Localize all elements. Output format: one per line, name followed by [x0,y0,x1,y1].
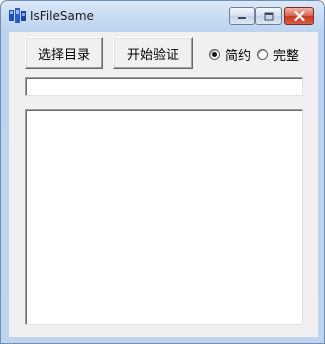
main-window: IsFileSame 选择目录 开始验证 简约 完整 [0,0,325,344]
window-title: IsFileSame [30,9,94,23]
radio-full-circle[interactable] [257,49,268,60]
maximize-button[interactable] [255,7,282,25]
title-bar[interactable]: IsFileSame [1,1,324,33]
close-icon [293,11,305,21]
radio-simple[interactable]: 简约 [209,45,251,64]
minimize-icon [238,17,246,19]
maximize-icon [264,12,273,20]
path-input[interactable] [25,77,303,96]
application-icon [9,8,26,23]
radio-simple-label: 简约 [225,49,252,64]
start-verify-button[interactable]: 开始验证 [113,37,193,69]
radio-full-label: 完整 [273,49,300,64]
radio-full[interactable]: 完整 [257,45,299,64]
output-textarea[interactable] [25,109,303,325]
close-button[interactable] [284,7,314,25]
minimize-button[interactable] [229,7,255,25]
radio-simple-circle[interactable] [209,49,220,60]
client-area: 选择目录 开始验证 简约 完整 [9,32,318,337]
select-directory-button[interactable]: 选择目录 [25,37,103,69]
radio-selected-dot [212,52,217,57]
